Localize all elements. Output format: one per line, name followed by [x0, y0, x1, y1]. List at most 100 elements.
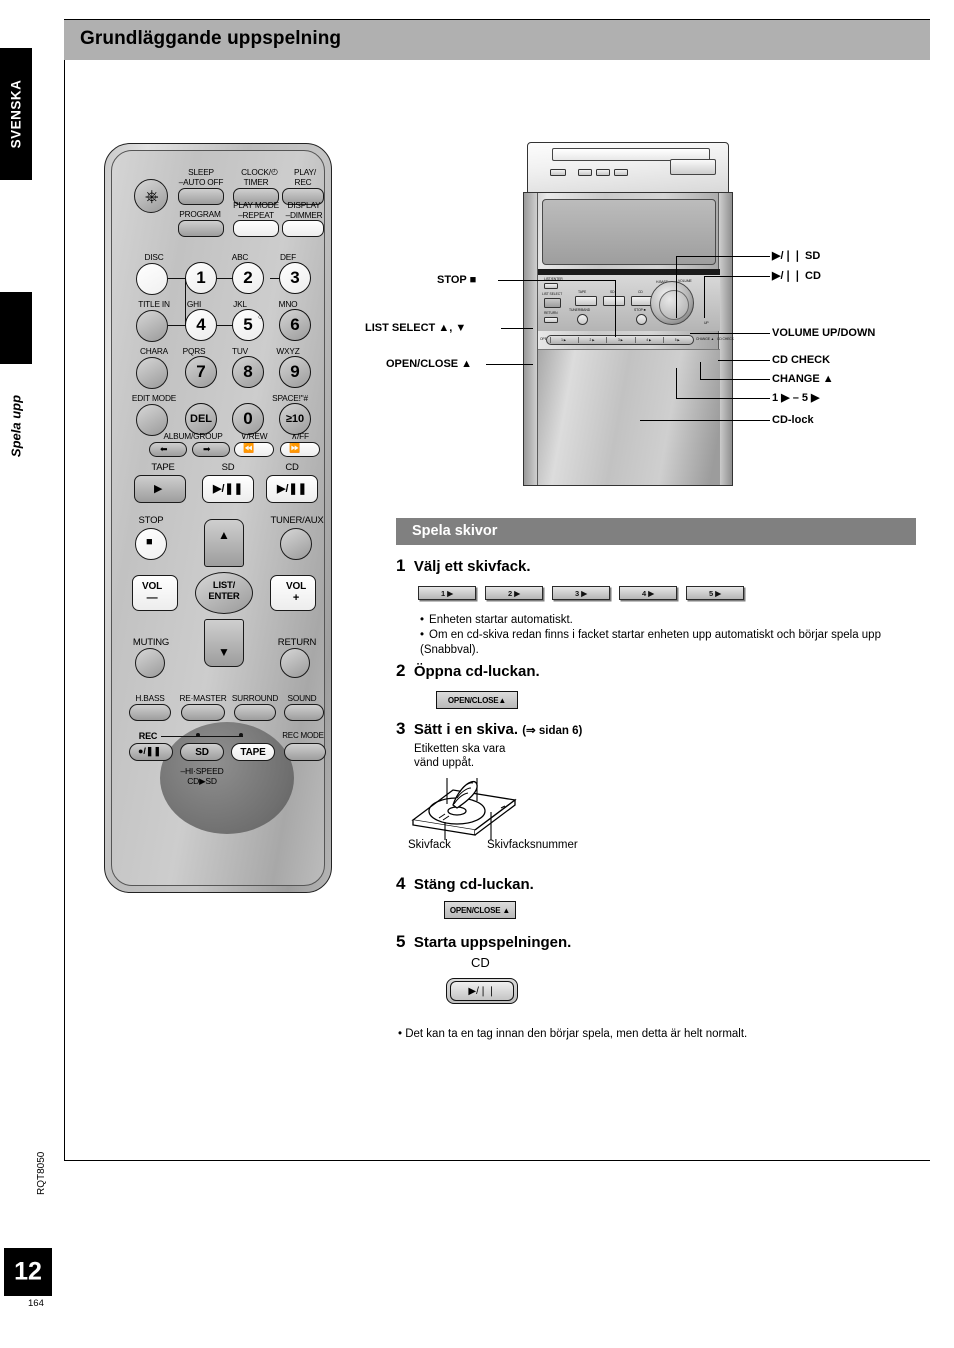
key-7[interactable]: 7 [185, 356, 217, 388]
up-arrow-icon: ▲ [218, 528, 230, 542]
tuner-band-panel-label: TUNER/BAND [569, 308, 591, 312]
timer-label: TIMER [243, 177, 269, 187]
down-button[interactable] [204, 619, 244, 667]
disc-label: DISC [144, 252, 164, 262]
key-2[interactable]: 2 [232, 262, 264, 294]
section-tab: Spela upp [0, 366, 32, 486]
callout-disc-select: 1 ▶ – 5 ▶ [772, 392, 820, 404]
album-group-prev-button[interactable] [149, 442, 187, 457]
fast-forward-icon: ⏩ [289, 443, 301, 453]
callout-lead-line [501, 328, 533, 330]
list-enter-label-1: LIST/ [212, 580, 236, 591]
disc-button-4[interactable]: 4 ▶ [619, 586, 677, 600]
callout-open-close: OPEN/CLOSE ▲ [386, 358, 473, 370]
page-number: 12 [14, 1257, 42, 1286]
up-button[interactable] [204, 519, 244, 567]
tray-button-2[interactable]: 2 ▶ [577, 337, 605, 343]
muting-label: MUTING [132, 637, 170, 648]
list-select-panel-button[interactable] [544, 298, 561, 308]
tray-button-1[interactable]: 1 ▶ [549, 337, 577, 343]
key-8[interactable]: 8 [232, 356, 264, 388]
key-1[interactable]: 1 [185, 262, 217, 294]
display-dimmer-button[interactable] [282, 220, 324, 237]
list-enter-panel-button[interactable] [544, 283, 558, 289]
key-3[interactable]: 3 [279, 262, 311, 294]
stereo-top-button[interactable] [550, 169, 566, 176]
play-label: PLAY/ [294, 167, 316, 177]
section-tab-marker [0, 292, 32, 364]
step-1: 1 Välj ett skivfack. [396, 556, 531, 576]
callout-volume: VOLUME UP/DOWN [772, 327, 876, 339]
pqrs-label: PQRS [182, 346, 206, 356]
surround-button[interactable] [234, 704, 276, 721]
key-6[interactable]: 6 [279, 309, 311, 341]
stereo-top-button[interactable] [578, 169, 592, 176]
def-label: DEF [280, 252, 296, 262]
final-note: • Det kan ta en tag innan den börjar spe… [398, 1028, 748, 1040]
remaster-button[interactable] [181, 704, 225, 721]
muting-button[interactable] [135, 648, 165, 678]
open-close-button-step4[interactable]: OPEN/CLOSE ▲ [444, 901, 516, 919]
tray-button-5[interactable]: 5 ▶ [663, 337, 690, 343]
stereo-cd-door[interactable] [538, 349, 720, 485]
callout-lead-line [704, 276, 706, 318]
right-arrow-icon: ➡ [203, 444, 211, 454]
key-9[interactable]: 9 [279, 356, 311, 388]
stereo-top-button[interactable] [614, 169, 628, 176]
tuner-aux-button[interactable] [280, 528, 312, 560]
disc-button-1[interactable]: 1 ▶ [418, 586, 476, 600]
disc-button-3[interactable]: 3 ▶ [552, 586, 610, 600]
rec-mode-button[interactable] [284, 743, 326, 761]
tray-button-3[interactable]: 3 ▶ [606, 337, 633, 343]
step-2-text: Öppna cd-luckan. [413, 663, 540, 680]
edit-mode-label: EDIT MODE [131, 393, 177, 403]
play-pause-icon: ▶/❚❚ [213, 483, 243, 495]
open-close-button-step2[interactable]: OPEN/CLOSE▲ [436, 691, 518, 709]
sd-panel-button[interactable] [603, 296, 625, 306]
display-label: DISPLAY [287, 200, 321, 210]
tuner-band-panel-button[interactable] [577, 314, 588, 325]
cd-label: CD [285, 462, 299, 473]
ghi-label: GHI [186, 299, 202, 309]
section-header-label: Spela skivor [412, 523, 498, 539]
volume-knob[interactable] [650, 281, 694, 325]
step-1-bullets: Enheten startar automatiskt. Om en cd-sk… [408, 613, 908, 658]
hispeed-label-1: –HI·SPEED [180, 766, 224, 776]
tuv-label: TUV [232, 346, 248, 356]
stereo-eject-slot[interactable] [670, 159, 716, 175]
stop-panel-button[interactable] [636, 314, 647, 325]
album-group-next-button[interactable] [192, 442, 230, 457]
key-4[interactable]: 4 [185, 309, 217, 341]
disc-button[interactable] [136, 263, 168, 295]
disc-button-5[interactable]: 5 ▶ [686, 586, 744, 600]
space-label: SPACE!"# [272, 393, 308, 403]
disc-button-2[interactable]: 2 ▶ [485, 586, 543, 600]
chara-button[interactable] [136, 357, 168, 389]
step-5-text: Starta uppspelningen. [413, 934, 572, 951]
return-button[interactable] [280, 648, 310, 678]
rew-label: ∨/REW [240, 431, 268, 441]
hbass-button[interactable] [129, 704, 171, 721]
tape-panel-button[interactable] [575, 296, 597, 306]
down-arrow-icon: ▼ [218, 645, 230, 659]
program-button[interactable] [178, 220, 224, 237]
return-panel-button[interactable] [544, 317, 558, 323]
sound-button[interactable] [284, 704, 324, 721]
cd-play-pause-button-step5[interactable]: ▶/❘❘ [450, 981, 514, 1001]
step-4-number: 4 [396, 874, 406, 893]
callout-lead-line [718, 360, 770, 362]
play-mode-repeat-button[interactable] [233, 220, 279, 237]
callout-change: CHANGE ▲ [772, 373, 834, 385]
stereo-top-button[interactable] [596, 169, 610, 176]
title-in-button[interactable] [136, 310, 168, 342]
rec-mode-label: REC MODE [282, 731, 324, 740]
sleep-auto-off-button[interactable] [178, 188, 224, 205]
disc-tray-selector-bar[interactable]: 1 ▶ 2 ▶ 3 ▶ 4 ▶ 5 ▶ [546, 335, 694, 345]
language-tab-label: SVENSKA [8, 79, 24, 149]
step-3-ref: (⇒ sidan 6) [522, 725, 583, 737]
tray-button-4[interactable]: 4 ▶ [634, 337, 662, 343]
tuner-aux-label: TUNER/AUX [270, 515, 324, 526]
disc-tray-label: Skivfack [408, 839, 451, 851]
ff-label: ∧/FF [291, 431, 309, 441]
power-icon: ⎈ [145, 187, 159, 206]
